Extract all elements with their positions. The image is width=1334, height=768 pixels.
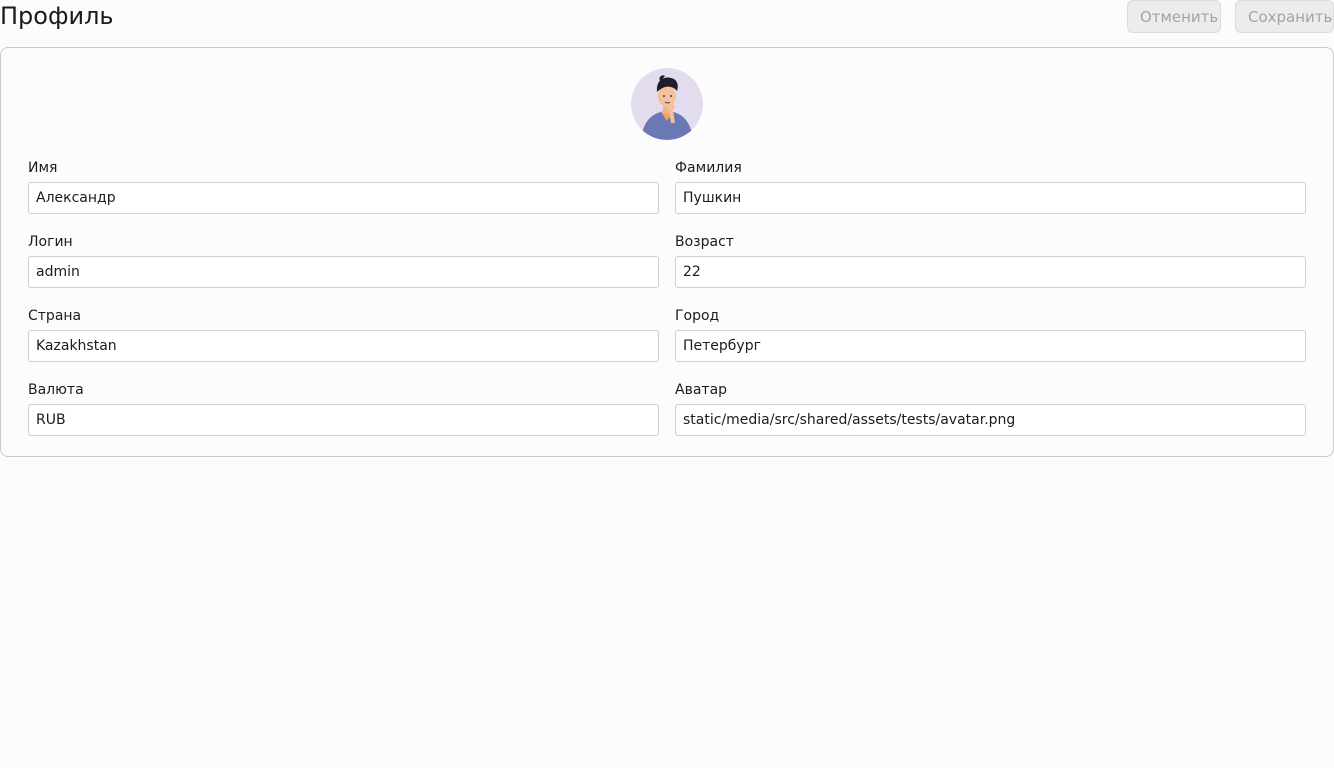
first-name-input[interactable] bbox=[28, 182, 659, 214]
avatar-url-input[interactable] bbox=[675, 404, 1306, 436]
country-input[interactable] bbox=[28, 330, 659, 362]
city-input[interactable] bbox=[675, 330, 1306, 362]
age-input[interactable] bbox=[675, 256, 1306, 288]
page-title: Профиль bbox=[0, 2, 114, 30]
first-name-label: Имя bbox=[28, 160, 58, 176]
avatar-url-label: Аватар bbox=[675, 382, 728, 398]
last-name-input[interactable] bbox=[675, 182, 1306, 214]
last-name-label: Фамилия bbox=[675, 160, 742, 176]
currency-input[interactable] bbox=[28, 404, 659, 436]
currency-label: Валюта bbox=[28, 382, 84, 398]
cancel-button[interactable]: Отменить bbox=[1127, 0, 1221, 33]
age-label: Возраст bbox=[675, 234, 734, 250]
page-header: Профиль Отменить Сохранить bbox=[0, 0, 1334, 40]
profile-card: Имя Фамилия Логин Возраст Страна Город В… bbox=[0, 47, 1334, 457]
save-button[interactable]: Сохранить bbox=[1235, 0, 1334, 33]
username-input[interactable] bbox=[28, 256, 659, 288]
country-label: Страна bbox=[28, 308, 82, 324]
avatar bbox=[631, 68, 703, 140]
username-label: Логин bbox=[28, 234, 73, 250]
city-label: Город bbox=[675, 308, 720, 324]
user-avatar-icon bbox=[631, 68, 703, 140]
